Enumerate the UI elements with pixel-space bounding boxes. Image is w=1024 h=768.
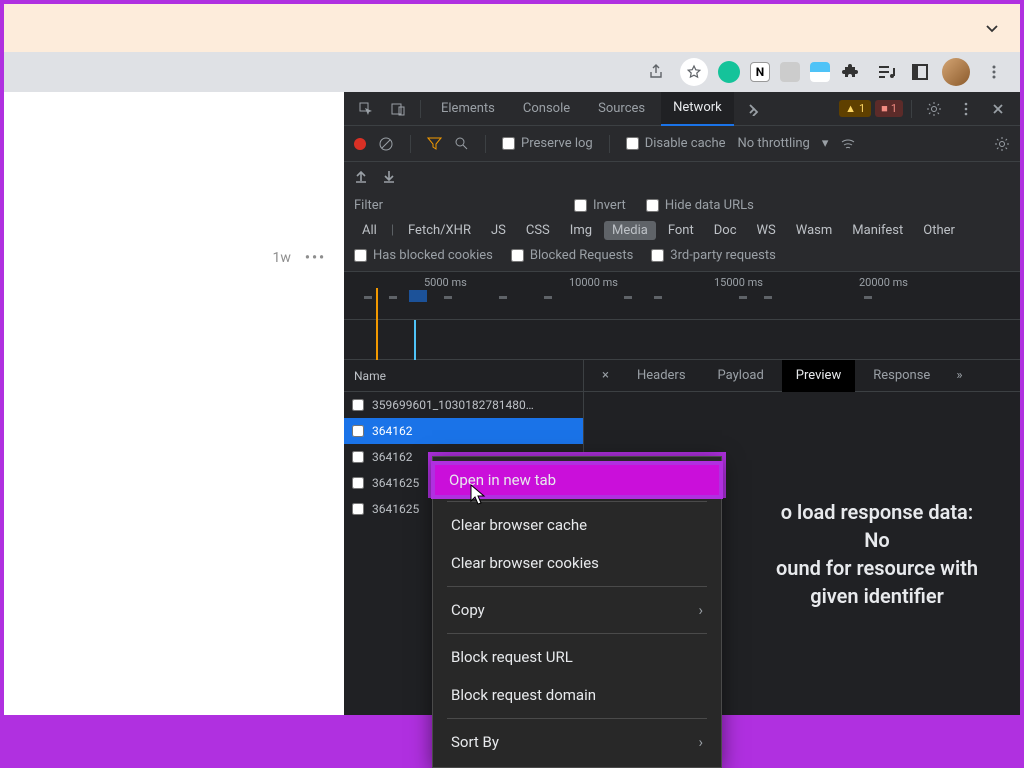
upload-icon[interactable]	[354, 169, 368, 183]
menu-clear-cookies[interactable]: Clear browser cookies	[433, 544, 721, 582]
inspect-element-icon[interactable]	[352, 95, 380, 123]
close-detail-icon[interactable]: ×	[592, 368, 619, 383]
tab-headers[interactable]: Headers	[623, 360, 700, 392]
request-row[interactable]: 359699601_1030182781480…	[344, 392, 583, 418]
request-row[interactable]: 364162	[344, 418, 583, 444]
device-toolbar-icon[interactable]	[384, 95, 412, 123]
has-blocked-cookies-checkbox[interactable]: Has blocked cookies	[354, 248, 493, 263]
timeline-mark: 20000 ms	[859, 276, 908, 289]
name-column-header[interactable]: Name	[344, 360, 583, 392]
errors-badge[interactable]: ■ 1	[875, 100, 903, 117]
more-detail-tabs-icon[interactable]: »	[948, 368, 970, 383]
extension-notion-icon[interactable]: N	[750, 62, 770, 82]
close-devtools-icon[interactable]	[984, 95, 1012, 123]
share-icon[interactable]	[642, 58, 670, 86]
filter-font[interactable]: Font	[660, 221, 702, 240]
type-filter-row: All | Fetch/XHR JS CSS Img Media Font Do…	[354, 221, 1010, 240]
tab-response[interactable]: Response	[859, 360, 944, 392]
disable-cache-checkbox[interactable]: Disable cache	[626, 136, 726, 151]
filter-media[interactable]: Media	[604, 221, 656, 240]
filter-css[interactable]: CSS	[518, 221, 558, 240]
filter-icon[interactable]	[427, 136, 442, 151]
network-settings-icon[interactable]	[994, 136, 1010, 152]
star-icon[interactable]	[680, 58, 708, 86]
filter-manifest[interactable]: Manifest	[844, 221, 911, 240]
filter-fetch[interactable]: Fetch/XHR	[400, 221, 479, 240]
filter-ws[interactable]: WS	[749, 221, 784, 240]
blocked-requests-checkbox[interactable]: Blocked Requests	[511, 248, 633, 263]
tab-elements[interactable]: Elements	[429, 92, 507, 126]
filter-doc[interactable]: Doc	[706, 221, 745, 240]
notification-bar	[4, 4, 1020, 52]
timestamp: 1w	[273, 250, 291, 266]
filter-other[interactable]: Other	[915, 221, 963, 240]
reading-list-icon[interactable]	[908, 60, 932, 84]
timeline-mark: 5000 ms	[424, 276, 467, 289]
filter-js[interactable]: JS	[483, 221, 514, 240]
timeline-mark: 10000 ms	[569, 276, 618, 289]
browser-toolbar: N	[4, 52, 1020, 92]
tab-network[interactable]: Network	[661, 92, 734, 126]
invert-checkbox[interactable]: Invert	[574, 198, 626, 213]
tab-sources[interactable]: Sources	[586, 92, 657, 126]
menu-sort-by[interactable]: Sort By›	[433, 723, 721, 761]
extension-grammarly-icon[interactable]	[718, 61, 740, 83]
kebab-icon[interactable]	[952, 95, 980, 123]
network-timeline[interactable]: 5000 ms 10000 ms 15000 ms 20000 ms	[344, 272, 1020, 320]
settings-gear-icon[interactable]	[920, 95, 948, 123]
extension-music-icon[interactable]	[874, 60, 898, 84]
cursor-icon	[470, 484, 488, 506]
extensions-puzzle-icon[interactable]	[840, 60, 864, 84]
menu-block-domain[interactable]: Block request domain	[433, 676, 721, 714]
menu-clear-cache[interactable]: Clear browser cache	[433, 506, 721, 544]
filter-all[interactable]: All	[354, 221, 385, 240]
kebab-menu-icon[interactable]	[980, 58, 1008, 86]
extension-icon-3[interactable]	[780, 62, 800, 82]
menu-block-url[interactable]: Block request URL	[433, 638, 721, 676]
profile-avatar[interactable]	[942, 58, 970, 86]
search-icon[interactable]	[454, 136, 469, 151]
tab-console[interactable]: Console	[511, 92, 582, 126]
timeline-mark: 15000 ms	[714, 276, 763, 289]
download-icon[interactable]	[382, 169, 396, 183]
warnings-badge[interactable]: ▲ 1	[839, 100, 871, 117]
throttling-select[interactable]: No throttling	[738, 136, 810, 151]
extension-icon-4[interactable]	[810, 62, 830, 82]
menu-copy[interactable]: Copy›	[433, 591, 721, 629]
filter-wasm[interactable]: Wasm	[788, 221, 841, 240]
more-options-icon[interactable]: •••	[305, 250, 326, 266]
more-tabs-icon[interactable]	[738, 95, 766, 123]
page-content-area: 1w •••	[4, 92, 344, 715]
filter-input[interactable]: Filter	[354, 198, 554, 213]
network-conditions-icon[interactable]	[840, 136, 856, 152]
record-button[interactable]	[354, 138, 366, 150]
tab-preview[interactable]: Preview	[782, 360, 855, 392]
preserve-log-checkbox[interactable]: Preserve log	[502, 136, 593, 151]
throttling-dropdown-icon[interactable]: ▾	[822, 136, 829, 151]
clear-icon[interactable]	[378, 136, 394, 152]
filter-img[interactable]: Img	[562, 221, 600, 240]
third-party-checkbox[interactable]: 3rd-party requests	[651, 248, 776, 263]
tab-payload[interactable]: Payload	[704, 360, 778, 392]
chevron-down-icon[interactable]	[984, 20, 1000, 36]
hide-data-urls-checkbox[interactable]: Hide data URLs	[646, 198, 754, 213]
